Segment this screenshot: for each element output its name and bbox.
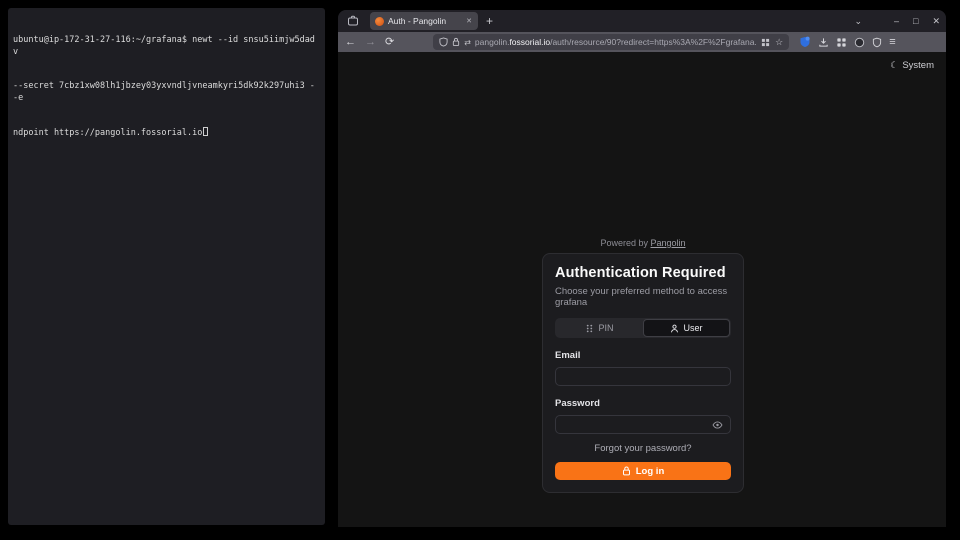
terminal-line: --secret 7cbz1xw08lh1jbzey03yxvndljvneam…: [13, 81, 320, 104]
email-label: Email: [555, 350, 731, 361]
extensions-icon[interactable]: [836, 37, 847, 48]
show-password-eye-icon[interactable]: [712, 421, 723, 429]
forward-button[interactable]: →: [365, 37, 376, 48]
login-button[interactable]: Log in: [555, 462, 731, 480]
list-tabs-chevron-icon[interactable]: ⌄: [854, 17, 862, 26]
card-subtitle: Choose your preferred method to access g…: [555, 286, 731, 308]
card-title: Authentication Required: [555, 265, 731, 281]
page-actions-grid-icon[interactable]: [761, 38, 770, 47]
window-close-button[interactable]: ✕: [932, 17, 940, 26]
password-field[interactable]: [555, 415, 731, 434]
terminal-line: ubuntu@ip-172-31-27-116:~/grafana$ newt …: [13, 35, 320, 58]
new-tab-button[interactable]: +: [486, 15, 493, 27]
back-button[interactable]: ←: [345, 37, 356, 48]
url-text[interactable]: pangolin.fossorial.io/auth/resource/90?r…: [475, 37, 757, 47]
login-lock-icon: [622, 466, 631, 476]
terminal-line: ndpoint https://pangolin.fossorial.io: [13, 127, 320, 140]
firefox-view-button[interactable]: [344, 13, 362, 29]
tab-pin-label: PIN: [598, 323, 613, 333]
moon-icon: ☾: [890, 60, 898, 71]
tab-user[interactable]: User: [643, 319, 730, 337]
tab-user-label: User: [683, 323, 702, 333]
tab-pin[interactable]: PIN: [556, 319, 643, 337]
tab-close-icon[interactable]: ✕: [465, 17, 473, 25]
tab-title: Auth - Pangolin: [388, 16, 461, 26]
page-content: ☾ System Powered by Pangolin Authenticat…: [338, 52, 946, 527]
tab-bar: Auth - Pangolin ✕ + ⌄ – □ ✕: [338, 10, 946, 32]
auth-card: Authentication Required Choose your pref…: [542, 253, 744, 493]
login-button-label: Log in: [636, 466, 665, 477]
terminal-cursor: [203, 127, 208, 136]
forgot-password-link[interactable]: Forgot your password?: [555, 443, 731, 454]
browser-window: Auth - Pangolin ✕ + ⌄ – □ ✕ ← → ⟳ ⇄ pang…: [338, 10, 946, 527]
permissions-swap-icon[interactable]: ⇄: [464, 38, 471, 47]
powered-by: Powered by Pangolin: [542, 238, 744, 248]
tab-auth-pangolin[interactable]: Auth - Pangolin ✕: [370, 12, 478, 30]
password-label: Password: [555, 398, 731, 409]
user-icon: [670, 324, 679, 333]
reload-button[interactable]: ⟳: [385, 37, 394, 48]
terminal-window[interactable]: ubuntu@ip-172-31-27-116:~/grafana$ newt …: [8, 8, 325, 525]
bookmark-star-icon[interactable]: ☆: [775, 37, 783, 48]
theme-toggle-label: System: [902, 60, 934, 71]
auth-method-tabs: PIN User: [555, 318, 731, 338]
pangolin-link[interactable]: Pangolin: [651, 238, 686, 248]
tracking-protection-shield-icon[interactable]: [439, 37, 448, 47]
pangolin-favicon-icon: [375, 17, 384, 26]
downloads-icon[interactable]: [818, 37, 829, 48]
pin-keypad-icon: [585, 324, 594, 333]
https-lock-icon[interactable]: [452, 37, 460, 47]
bitwarden-extension-icon[interactable]: [799, 36, 811, 48]
firefox-view-icon: [347, 15, 359, 27]
window-maximize-button[interactable]: □: [913, 17, 918, 26]
window-minimize-button[interactable]: –: [894, 17, 899, 26]
url-bar[interactable]: ⇄ pangolin.fossorial.io/auth/resource/90…: [433, 34, 789, 50]
navigation-toolbar: ← → ⟳ ⇄ pangolin.fossorial.io/auth/resou…: [338, 32, 946, 52]
account-circle-icon[interactable]: [854, 37, 865, 48]
theme-toggle-button[interactable]: ☾ System: [890, 60, 934, 71]
email-field[interactable]: [555, 367, 731, 386]
shield-extension-icon[interactable]: [872, 37, 882, 48]
app-menu-icon[interactable]: ≡: [889, 36, 895, 48]
